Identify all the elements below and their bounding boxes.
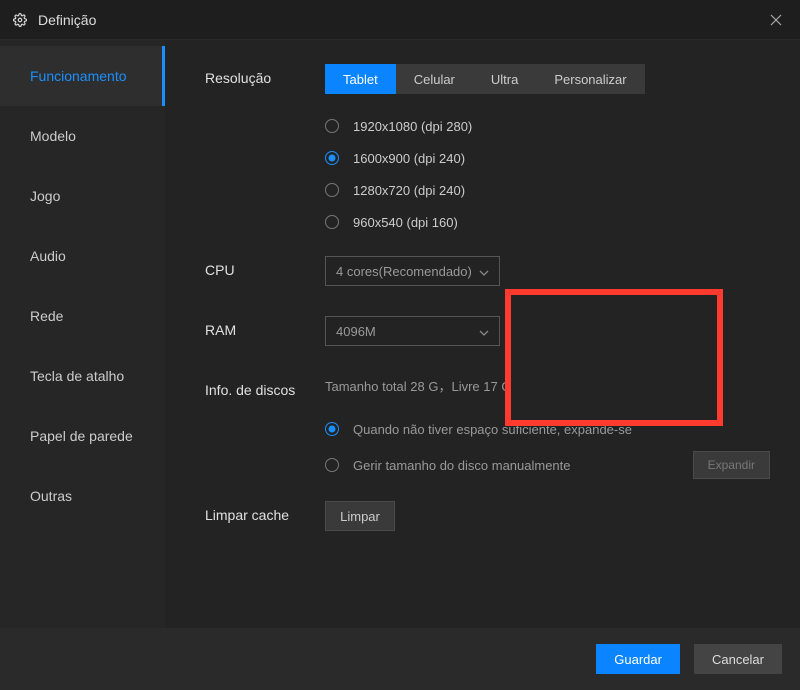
cpu-label: CPU [205,256,325,286]
resolution-option-1280[interactable]: 1280x720 (dpi 240) [325,174,770,206]
settings-window: Definição Funcionamento Modelo Jogo Audi… [0,0,800,690]
footer: Guardar Cancelar [0,628,800,690]
resolution-option-1920[interactable]: 1920x1080 (dpi 280) [325,110,770,142]
cancel-button[interactable]: Cancelar [694,644,782,674]
sidebar: Funcionamento Modelo Jogo Audio Rede Tec… [0,40,165,628]
ram-select[interactable]: 4096M [325,316,500,346]
radio-icon [325,422,339,436]
gear-icon [12,12,28,28]
tab-label: Ultra [491,72,518,87]
disk-content: Tamanho total 28 G，Livre 17 G Quando não… [325,376,770,483]
tab-label: Celular [414,72,455,87]
tab-tablet[interactable]: Tablet [325,64,396,94]
tab-label: Personalizar [554,72,626,87]
disk-label: Info. de discos [205,376,325,483]
expand-button[interactable]: Expandir [693,451,770,479]
sidebar-item-label: Modelo [30,128,76,144]
disk-row: Info. de discos Tamanho total 28 G，Livre… [205,376,770,483]
chevron-down-icon [479,324,489,339]
sidebar-item-label: Audio [30,248,66,264]
ram-row: RAM 4096M [205,316,770,346]
radio-label: Gerir tamanho do disco manualmente [353,458,683,473]
sidebar-item-label: Funcionamento [30,68,127,84]
sidebar-item-rede[interactable]: Rede [0,286,165,346]
radio-icon [325,458,339,472]
radio-label: 1280x720 (dpi 240) [353,183,465,198]
ram-content: 4096M [325,316,770,346]
sidebar-item-label: Tecla de atalho [30,368,124,384]
cpu-content: 4 cores(Recomendado) [325,256,770,286]
sidebar-item-label: Rede [30,308,63,324]
close-icon[interactable] [764,8,788,32]
resolution-tabs: Tablet Celular Ultra Personalizar [325,64,645,94]
clear-cache-row: Limpar cache Limpar [205,501,770,531]
cpu-select[interactable]: 4 cores(Recomendado) [325,256,500,286]
radio-label: 960x540 (dpi 160) [353,215,458,230]
cpu-value: 4 cores(Recomendado) [336,264,472,279]
radio-icon [325,151,339,165]
resolution-option-960[interactable]: 960x540 (dpi 160) [325,206,770,238]
tab-personalizar[interactable]: Personalizar [536,64,644,94]
sidebar-item-audio[interactable]: Audio [0,226,165,286]
disk-summary: Tamanho total 28 G，Livre 17 G [325,376,770,395]
clear-cache-label: Limpar cache [205,501,325,531]
clear-cache-content: Limpar [325,501,770,531]
tab-celular[interactable]: Celular [396,64,473,94]
resolution-option-1600[interactable]: 1600x900 (dpi 240) [325,142,770,174]
disk-option-manual[interactable]: Gerir tamanho do disco manualmente Expan… [325,447,770,483]
window-title: Definição [38,12,764,28]
save-button[interactable]: Guardar [596,644,680,674]
ram-label: RAM [205,316,325,346]
sidebar-item-label: Jogo [30,188,60,204]
sidebar-item-funcionamento[interactable]: Funcionamento [0,46,165,106]
resolution-options: 1920x1080 (dpi 280) 1600x900 (dpi 240) 1… [325,110,770,238]
main-panel: Resolução Tablet Celular Ultra Personali… [165,40,800,628]
resolution-row: Resolução Tablet Celular Ultra Personali… [205,64,770,238]
resolution-label: Resolução [205,64,325,238]
sidebar-item-modelo[interactable]: Modelo [0,106,165,166]
resolution-content: Tablet Celular Ultra Personalizar 1920x1… [325,64,770,238]
titlebar: Definição [0,0,800,40]
tab-ultra[interactable]: Ultra [473,64,536,94]
radio-label: 1920x1080 (dpi 280) [353,119,472,134]
body: Funcionamento Modelo Jogo Audio Rede Tec… [0,40,800,628]
sidebar-item-tecla-atalho[interactable]: Tecla de atalho [0,346,165,406]
sidebar-item-papel-parede[interactable]: Papel de parede [0,406,165,466]
radio-icon [325,183,339,197]
cpu-row: CPU 4 cores(Recomendado) [205,256,770,286]
radio-label: Quando não tiver espaço suficiente, expa… [353,422,770,437]
sidebar-item-jogo[interactable]: Jogo [0,166,165,226]
sidebar-item-label: Outras [30,488,72,504]
radio-icon [325,215,339,229]
tab-label: Tablet [343,72,378,87]
sidebar-item-outras[interactable]: Outras [0,466,165,526]
chevron-down-icon [479,264,489,279]
clear-cache-button[interactable]: Limpar [325,501,395,531]
radio-icon [325,119,339,133]
radio-label: 1600x900 (dpi 240) [353,151,465,166]
disk-option-auto-expand[interactable]: Quando não tiver espaço suficiente, expa… [325,411,770,447]
sidebar-item-label: Papel de parede [30,428,133,444]
ram-value: 4096M [336,324,376,339]
